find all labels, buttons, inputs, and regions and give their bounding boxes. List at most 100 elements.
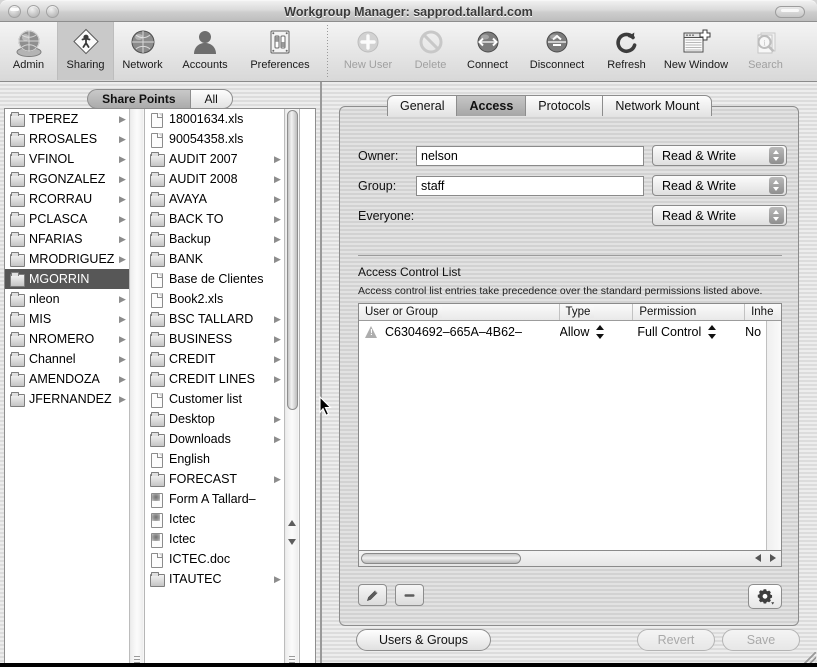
shade-toggle-button[interactable] [775,6,805,18]
acl-cell-permission[interactable]: Full Control [633,321,745,343]
column1-scrollbar[interactable] [129,109,144,667]
acl-col-permission[interactable]: Permission [633,304,746,320]
disclosure-arrow-icon[interactable]: ▶ [273,154,282,165]
toolbar-item-sharing[interactable]: Sharing [57,22,114,80]
list-item[interactable]: CREDIT ▶ [145,349,284,369]
acl-scroll-left-arrow[interactable] [755,554,761,562]
disclosure-arrow-icon[interactable]: ▶ [273,354,282,365]
list-item[interactable]: Backup ▶ [145,229,284,249]
acl-cell-type[interactable]: Allow [560,321,634,343]
column2-scrollbar[interactable] [284,109,299,667]
toolbar-item-accounts[interactable]: Accounts [171,22,239,80]
disclosure-arrow-icon[interactable]: ▶ [118,154,127,165]
toolbar-item-new-user[interactable]: New User [334,22,402,80]
list-item[interactable]: PCLASCA ▶ [5,209,129,229]
disclosure-arrow-icon[interactable]: ▶ [118,194,127,205]
disclosure-arrow-icon[interactable]: ▶ [118,214,127,225]
acl-col-user-or-group[interactable]: User or Group [359,304,560,320]
column2-scroll-down-arrow[interactable] [288,539,296,545]
list-item[interactable]: Form A Tallard– [145,489,284,509]
list-item[interactable]: Desktop ▶ [145,409,284,429]
edit-acl-entry-button[interactable] [358,584,387,606]
group-input[interactable] [416,175,644,196]
toolbar-item-search[interactable]: i Search [737,22,794,80]
tab-network-mount[interactable]: Network Mount [603,95,713,116]
disclosure-arrow-icon[interactable]: ▶ [273,574,282,585]
disclosure-arrow-icon[interactable]: ▶ [118,314,127,325]
list-item[interactable]: AUDIT 2008 ▶ [145,169,284,189]
acl-scroll-right-arrow[interactable] [770,554,776,562]
list-item[interactable]: Channel ▶ [5,349,129,369]
segment-share-points[interactable]: Share Points [87,89,190,109]
disclosure-arrow-icon[interactable]: ▶ [273,334,282,345]
acl-vertical-scrollbar[interactable] [766,321,781,550]
toolbar-item-admin[interactable]: Admin [0,22,57,80]
list-item[interactable]: AMENDOZA ▶ [5,369,129,389]
disclosure-arrow-icon[interactable]: ▶ [118,374,127,385]
stepper-arrows-icon[interactable] [769,147,784,164]
disclosure-arrow-icon[interactable]: ▶ [273,314,282,325]
disclosure-arrow-icon[interactable]: ▶ [118,334,127,345]
list-item[interactable]: MGORRIN [5,269,129,289]
list-item[interactable]: ITAUTEC ▶ [145,569,284,589]
list-item[interactable]: nleon ▶ [5,289,129,309]
list-item[interactable]: NROMERO ▶ [5,329,129,349]
acl-col-inherited[interactable]: Inhe [745,304,781,320]
list-item[interactable]: VFINOL ▶ [5,149,129,169]
disclosure-arrow-icon[interactable]: ▶ [118,234,127,245]
toolbar-item-connect[interactable]: Connect [459,22,516,80]
stepper-arrows-icon[interactable] [769,207,784,224]
list-item[interactable]: Downloads ▶ [145,429,284,449]
disclosure-arrow-icon[interactable]: ▶ [118,174,127,185]
disclosure-arrow-icon[interactable]: ▶ [273,194,282,205]
disclosure-arrow-icon[interactable]: ▶ [118,134,127,145]
owner-input[interactable] [416,145,644,166]
disclosure-arrow-icon[interactable]: ▶ [273,174,282,185]
group-permission-popup[interactable]: Read & Write [652,175,787,196]
list-item[interactable]: BUSINESS ▶ [145,329,284,349]
list-item[interactable]: TPEREZ ▶ [5,109,129,129]
list-item[interactable]: CREDIT LINES ▶ [145,369,284,389]
stepper-arrows-icon[interactable] [596,324,605,340]
toolbar-item-refresh[interactable]: Refresh [598,22,655,80]
list-item[interactable]: BACK TO ▶ [145,209,284,229]
column2-scroll-up-arrow[interactable] [288,520,296,526]
everyone-permission-popup[interactable]: Read & Write [652,205,787,226]
list-item[interactable]: AUDIT 2007 ▶ [145,149,284,169]
folder-contents-list[interactable]: 18001634.xls 90054358.xls AUDIT 2007 ▶ AUDIT… [145,109,284,667]
remove-acl-entry-button[interactable] [395,584,424,606]
acl-table[interactable]: User or Group Type Permission Inhe C6304… [358,303,782,551]
disclosure-arrow-icon[interactable]: ▶ [118,254,127,265]
acl-col-type[interactable]: Type [559,304,634,320]
acl-hscroll-thumb[interactable] [361,553,521,564]
tab-access[interactable]: Access [457,95,527,116]
list-item[interactable]: Book2.xls [145,289,284,309]
share-point-list[interactable]: TPEREZ ▶ RROSALES ▶ VFINOL ▶ RGONZALEZ ▶ RCORRAU… [5,109,129,667]
list-item[interactable]: 90054358.xls [145,129,284,149]
acl-table-row[interactable]: C6304692–665A–4B62– Allow Full Control N… [359,321,781,343]
toolbar-item-delete[interactable]: Delete [402,22,459,80]
list-item[interactable]: FORECAST ▶ [145,469,284,489]
list-item[interactable]: JFERNANDEZ ▶ [5,389,129,409]
revert-button[interactable]: Revert [637,629,715,651]
segment-all[interactable]: All [189,89,233,109]
list-item[interactable]: BSC TALLARD ▶ [145,309,284,329]
disclosure-arrow-icon[interactable]: ▶ [273,374,282,385]
column2-scroll-thumb[interactable] [287,110,298,410]
disclosure-arrow-icon[interactable]: ▶ [273,214,282,225]
list-item[interactable]: NFARIAS ▶ [5,229,129,249]
tab-protocols[interactable]: Protocols [526,95,604,116]
acl-horizontal-scrollbar[interactable] [358,551,782,567]
stepper-arrows-icon[interactable] [708,324,717,340]
list-item[interactable]: Ictec [145,509,284,529]
list-item[interactable]: RROSALES ▶ [5,129,129,149]
toolbar-item-new-window[interactable]: New Window [655,22,737,80]
list-item[interactable]: Customer list [145,389,284,409]
share-points-segmented-control[interactable]: Share Points All [87,89,233,109]
users-and-groups-button[interactable]: Users & Groups [356,629,491,651]
list-item[interactable]: AVAYA ▶ [145,189,284,209]
save-button[interactable]: Save [722,629,800,651]
disclosure-arrow-icon[interactable]: ▶ [118,294,127,305]
list-item[interactable]: MIS ▶ [5,309,129,329]
toolbar-item-network[interactable]: Network [114,22,171,80]
